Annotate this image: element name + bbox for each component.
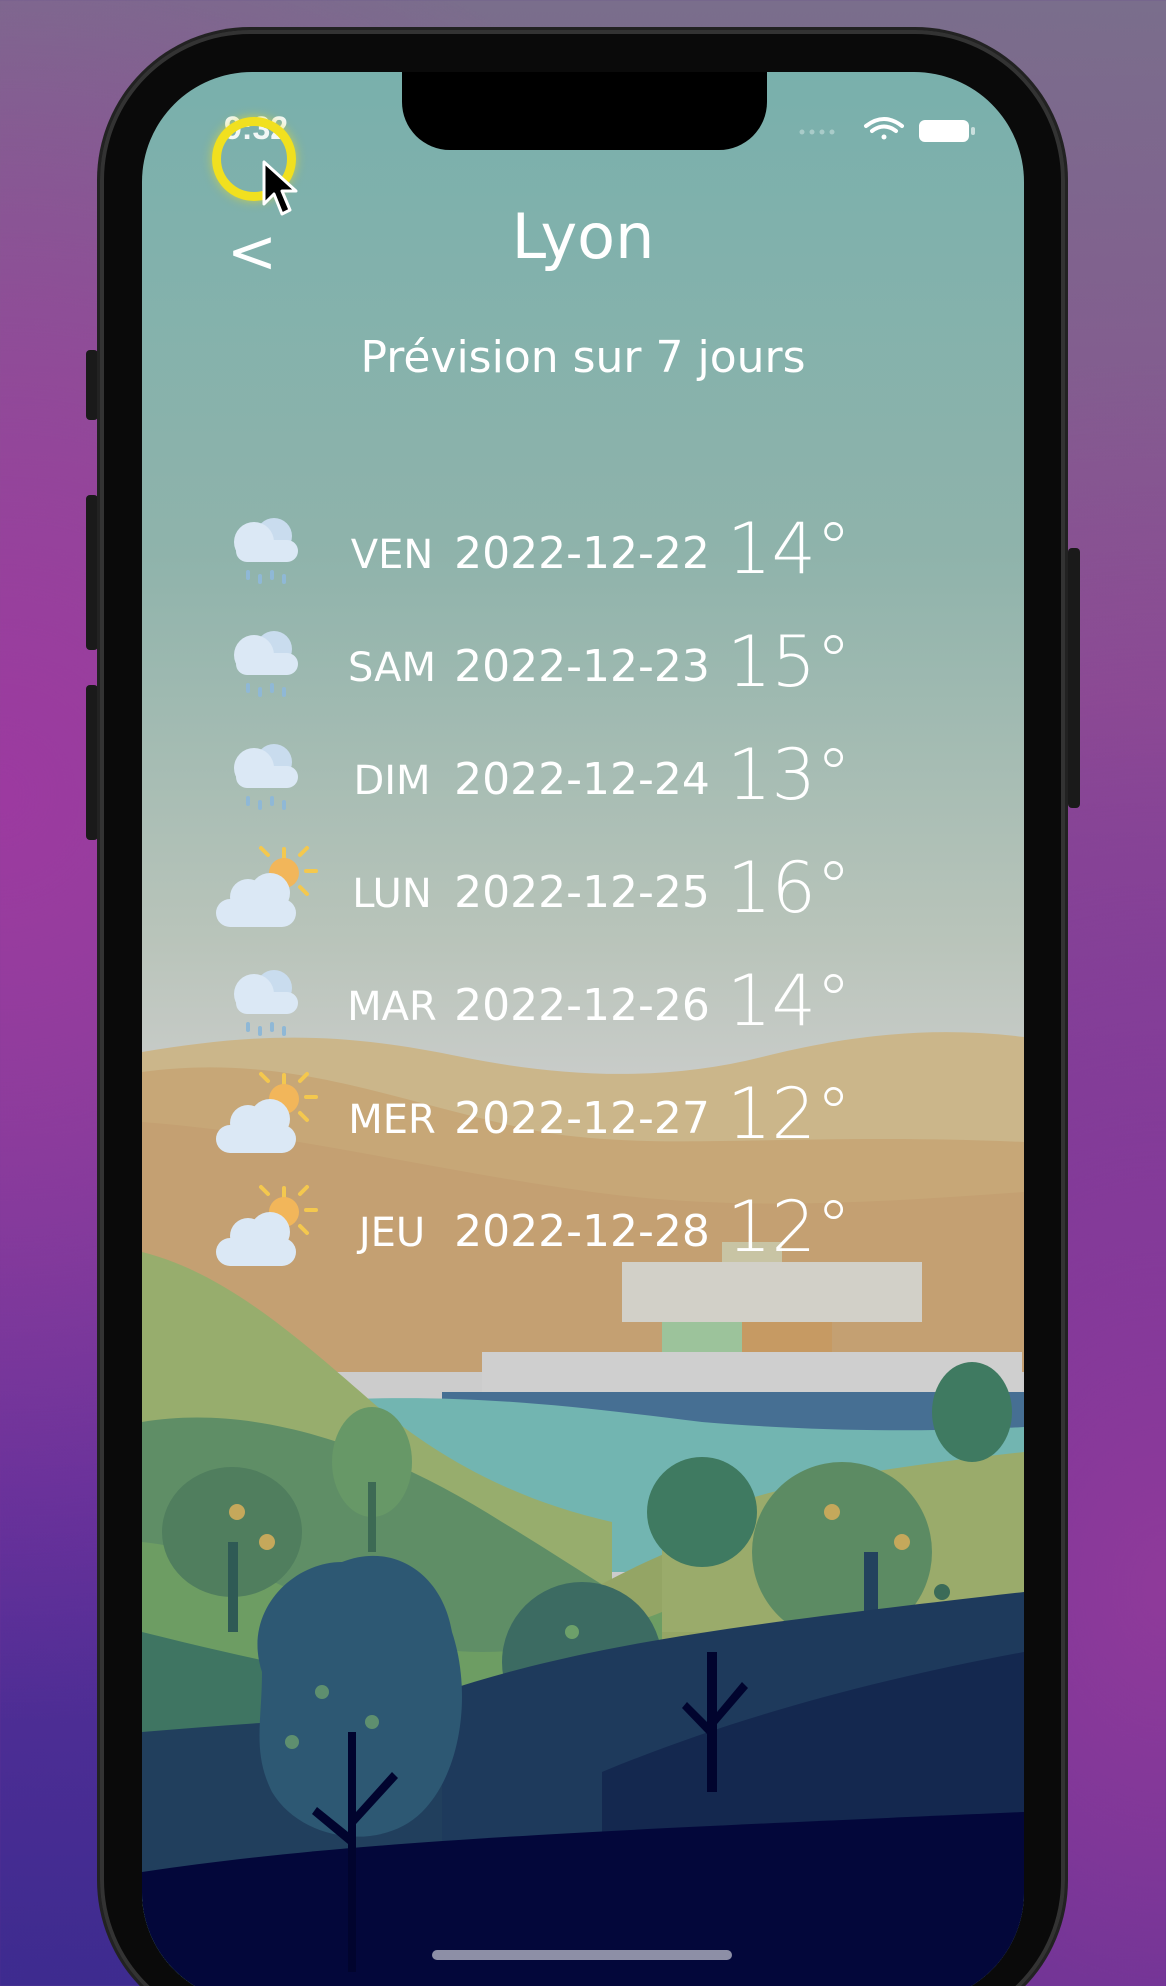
rain-cloud-icon — [234, 970, 298, 1036]
forecast-date: 2022-12-25 — [454, 867, 710, 918]
forecast-temp: 15° — [727, 621, 852, 703]
forecast-date: 2022-12-27 — [454, 1093, 710, 1144]
forecast-day: LUN — [352, 871, 432, 917]
rain-cloud-icon — [234, 518, 298, 584]
rain-cloud-icon — [234, 631, 298, 697]
partly-sunny-icon — [216, 1072, 318, 1153]
forecast-date: 2022-12-24 — [454, 754, 710, 805]
notch — [402, 72, 767, 150]
volume-up-button — [86, 495, 98, 650]
power-button — [1068, 548, 1080, 808]
forecast-day: VEN — [350, 532, 434, 578]
forecast-row: MER 2022-12-27 12° — [142, 1067, 1024, 1177]
rain-cloud-icon — [234, 744, 298, 810]
mouse-pointer-icon — [262, 160, 298, 216]
forecast-date: 2022-12-26 — [454, 980, 710, 1031]
partly-sunny-icon — [216, 846, 318, 927]
forecast-day: SAM — [347, 645, 436, 691]
signal-icon — [799, 129, 835, 135]
forecast-row: MAR 2022-12-26 14° — [142, 954, 1024, 1064]
wifi-icon — [864, 117, 904, 140]
forecast-temp: 12° — [727, 1186, 852, 1268]
partly-sunny-icon — [216, 1185, 318, 1266]
forecast-temp: 12° — [727, 1073, 852, 1155]
mute-switch — [86, 350, 98, 420]
forecast-temp: 14° — [727, 960, 852, 1042]
forecast-day: MER — [348, 1097, 436, 1143]
forecast-row: SAM 2022-12-23 15° — [142, 615, 1024, 725]
forecast-subtitle: Prévision sur 7 jours — [360, 332, 806, 383]
forecast-row: LUN 2022-12-25 16° — [142, 841, 1024, 951]
forecast-temp: 16° — [727, 847, 852, 929]
forecast-row: VEN 2022-12-22 14° — [142, 502, 1024, 612]
forecast-row: DIM 2022-12-24 13° — [142, 728, 1024, 838]
app-screen: 9:32 < Lyon Prévision sur 7 jours VEN 20… — [142, 72, 1024, 1986]
forecast-date: 2022-12-23 — [454, 641, 710, 692]
forecast-row: JEU 2022-12-28 12° — [142, 1180, 1024, 1290]
forecast-temp: 14° — [727, 508, 852, 590]
forecast-day: JEU — [358, 1210, 426, 1256]
forecast-day: DIM — [353, 758, 431, 804]
home-indicator[interactable] — [432, 1950, 732, 1960]
volume-down-button — [86, 685, 98, 840]
forecast-temp: 13° — [727, 734, 852, 816]
forecast-date: 2022-12-22 — [454, 528, 710, 579]
battery-icon — [919, 120, 975, 142]
forecast-date: 2022-12-28 — [454, 1206, 710, 1257]
forecast-day: MAR — [347, 984, 437, 1030]
status-icons — [799, 117, 975, 142]
